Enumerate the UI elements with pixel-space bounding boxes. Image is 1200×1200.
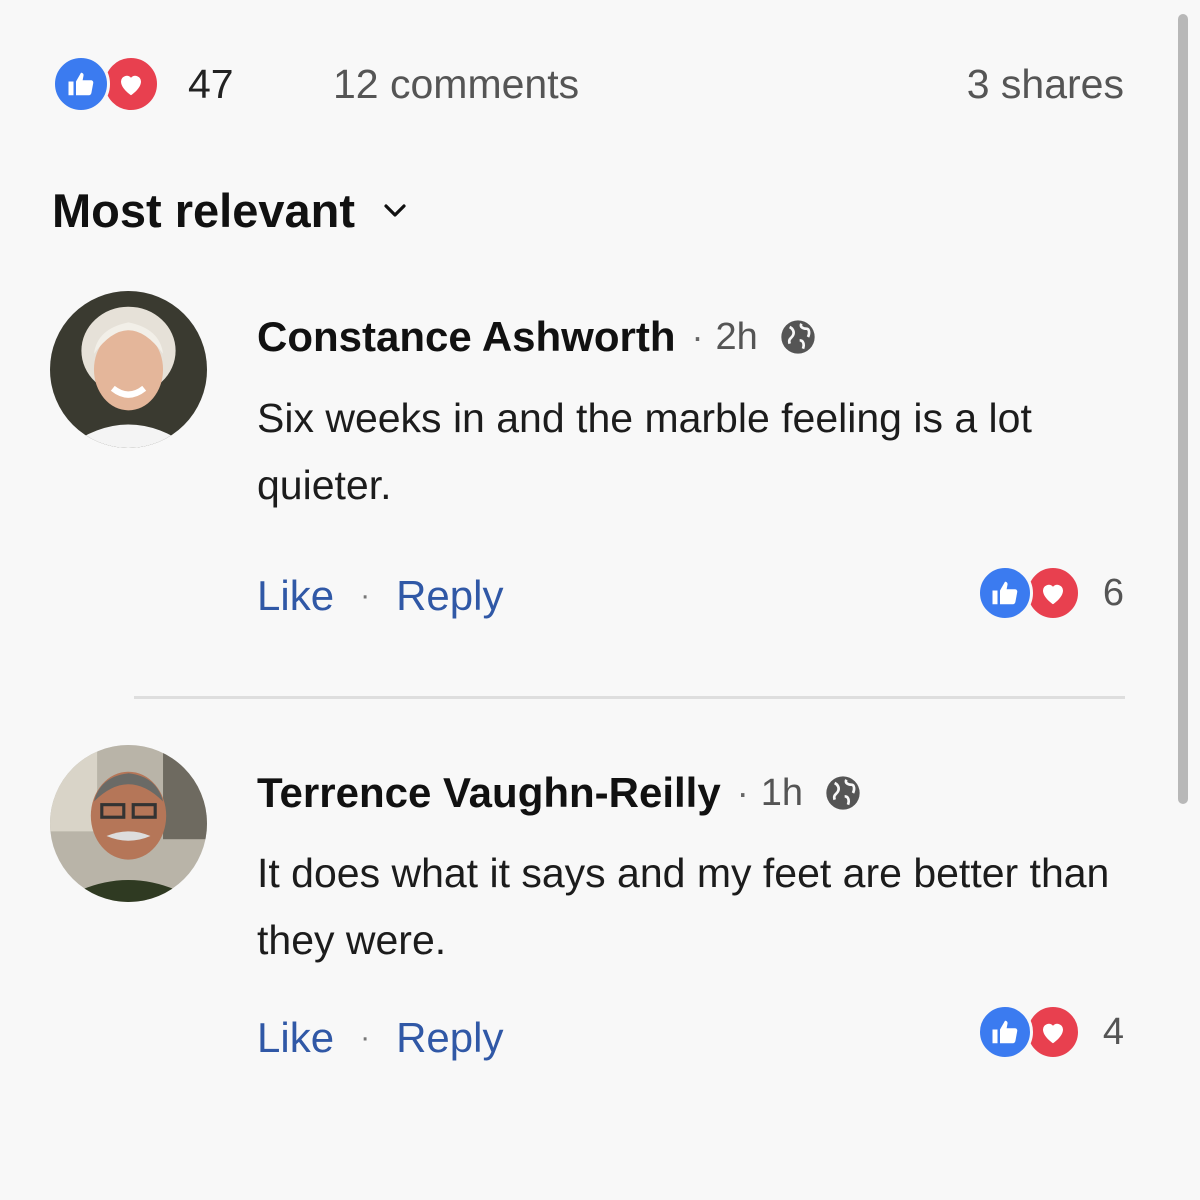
- love-icon: [1024, 1004, 1081, 1060]
- timestamp[interactable]: 1h: [761, 768, 803, 818]
- comment-meta: Terrence Vaughn-Reilly · 1h: [257, 768, 863, 818]
- sort-label: Most relevant: [52, 184, 355, 237]
- reaction-count: 4: [1102, 1010, 1124, 1053]
- separator: ·: [736, 772, 749, 813]
- globe-icon: [826, 776, 860, 810]
- comment-text: Six weeks in and the marble feeling is a…: [257, 395, 1032, 508]
- timestamp[interactable]: 2h: [715, 312, 757, 362]
- shares-count[interactable]: 3 shares: [967, 60, 1124, 108]
- divider: [134, 696, 1125, 699]
- like-icon: [52, 55, 110, 113]
- post-reactions[interactable]: [52, 55, 160, 113]
- comments-count[interactable]: 12 comments: [333, 60, 579, 108]
- sort-dropdown[interactable]: Most relevant: [52, 183, 407, 239]
- comment-actions: Like · Reply: [257, 571, 503, 621]
- reaction-count[interactable]: 47: [188, 60, 234, 108]
- like-icon: [976, 565, 1033, 621]
- reaction-count: 6: [1102, 571, 1124, 614]
- globe-icon: [781, 320, 815, 354]
- like-button[interactable]: Like: [257, 1013, 334, 1063]
- author-name[interactable]: Terrence Vaughn-Reilly: [257, 768, 721, 818]
- author-name[interactable]: Constance Ashworth: [257, 312, 675, 362]
- comment-reactions[interactable]: 4: [976, 1004, 1124, 1060]
- separator: ·: [360, 579, 371, 612]
- separator: ·: [691, 316, 704, 357]
- comment-reactions[interactable]: 6: [976, 565, 1124, 621]
- like-icon: [976, 1004, 1033, 1060]
- reply-button[interactable]: Reply: [396, 1013, 503, 1063]
- like-button[interactable]: Like: [257, 571, 334, 621]
- comment-meta: Constance Ashworth · 2h: [257, 312, 818, 362]
- chevron-down-icon: [384, 204, 406, 217]
- comment-text: It does what it says and my feet are bet…: [257, 850, 1110, 963]
- reply-button[interactable]: Reply: [396, 571, 503, 621]
- avatar[interactable]: [50, 745, 207, 902]
- comment-actions: Like · Reply: [257, 1013, 503, 1063]
- scrollbar[interactable]: [1178, 14, 1188, 804]
- love-icon: [1024, 565, 1081, 621]
- love-icon: [102, 55, 160, 113]
- separator: ·: [360, 1021, 371, 1054]
- avatar[interactable]: [50, 291, 207, 448]
